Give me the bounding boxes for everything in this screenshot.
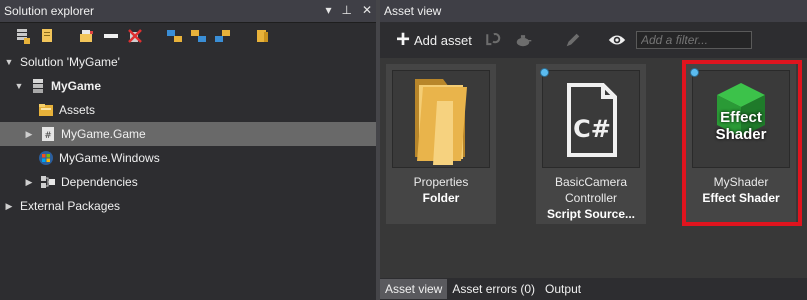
- asset-type: Folder: [422, 191, 460, 205]
- project-icon: [30, 78, 46, 94]
- eye-icon[interactable]: [608, 31, 626, 49]
- new-project-icon[interactable]: [14, 27, 32, 45]
- tree-item-label: External Packages: [20, 199, 121, 213]
- plus-icon: +: [396, 26, 411, 53]
- tree-item-label: MyGame: [51, 79, 102, 93]
- tree-item-mygame-game[interactable]: ▶ # MyGame.Game: [0, 122, 376, 146]
- tab-output[interactable]: Output: [540, 279, 586, 299]
- solution-tree: ▼ Solution 'MyGame' ▼ MyGame Assets ▶ # …: [0, 50, 376, 218]
- assets-folder-icon: [38, 102, 54, 118]
- reimport-icon[interactable]: [484, 31, 502, 49]
- asset-type: Script Source...: [546, 207, 636, 221]
- tree-item-label: Dependencies: [61, 175, 138, 189]
- edit-icon[interactable]: [564, 31, 582, 49]
- csharp-project-icon: #: [40, 126, 56, 142]
- svg-text:C#: C#: [573, 115, 611, 143]
- asset-grid: Properties Folder C# BasicCamera Control…: [380, 58, 807, 278]
- add-file-icon[interactable]: [38, 27, 56, 45]
- folder-icon[interactable]: [254, 27, 272, 45]
- create-game-icon[interactable]: [514, 31, 532, 49]
- collapse-arrow-icon[interactable]: ▶: [24, 129, 34, 139]
- asset-view-toolbar: + Add asset: [380, 22, 807, 58]
- asset-name: Properties: [413, 175, 469, 189]
- asset-name: BasicCamera Controller: [554, 175, 628, 205]
- tree-item-solution[interactable]: ▼ Solution 'MyGame': [0, 50, 376, 74]
- svg-text:#: #: [44, 131, 52, 141]
- tab-asset-errors[interactable]: Asset errors (0): [447, 279, 540, 299]
- highlight-box: [682, 60, 802, 226]
- tree-item-label: Solution 'MyGame': [20, 55, 120, 69]
- asset-thumbnail: [392, 70, 490, 168]
- tree-item-assets[interactable]: Assets: [0, 98, 376, 122]
- expand-arrow-icon[interactable]: ▼: [4, 57, 14, 67]
- expand-arrow-icon[interactable]: ▼: [14, 81, 24, 91]
- delete-icon[interactable]: [126, 27, 144, 45]
- tree-item-external-packages[interactable]: ▶ External Packages: [0, 194, 376, 218]
- sync-icon[interactable]: [214, 27, 232, 45]
- pin-icon[interactable]: ⊥: [341, 3, 351, 17]
- solution-explorer-toolbar: [0, 23, 378, 49]
- tree-item-label: MyGame.Game: [61, 127, 146, 141]
- dependencies-icon: [40, 174, 56, 190]
- status-dot-icon: [540, 68, 549, 77]
- solution-explorer-titlebar: Solution explorer ▾ ⊥ ✕: [0, 0, 378, 23]
- close-icon[interactable]: ✕: [362, 3, 372, 17]
- tree-item-label: MyGame.Windows: [59, 151, 160, 165]
- tree-item-label: Assets: [59, 103, 96, 117]
- asset-filter-input[interactable]: [636, 31, 752, 49]
- solution-explorer-panel: Solution explorer ▾ ⊥ ✕ ▼ Solution 'MyGa…: [0, 0, 380, 300]
- tree-item-mygame[interactable]: ▼ MyGame: [0, 74, 376, 98]
- asset-tile-properties[interactable]: Properties Folder: [386, 64, 496, 224]
- tab-asset-view[interactable]: Asset view: [380, 279, 448, 299]
- collapse-arrow-icon[interactable]: ▶: [24, 177, 34, 187]
- csharp-file-icon: C#: [567, 83, 617, 157]
- asset-view-title: Asset view: [384, 4, 442, 18]
- dock-icon[interactable]: [102, 27, 120, 45]
- expand-icon[interactable]: [190, 27, 208, 45]
- asset-view-panel: Asset view + Add asset Add a filter... P…: [380, 0, 807, 300]
- collapse-arrow-icon[interactable]: ▶: [4, 201, 14, 211]
- tree-item-dependencies[interactable]: ▶ Dependencies: [0, 170, 376, 194]
- collapse-icon[interactable]: [166, 27, 184, 45]
- add-asset-button[interactable]: + Add asset: [396, 26, 472, 53]
- dropdown-arrow-icon[interactable]: ▾: [325, 3, 331, 17]
- asset-view-titlebar: Asset view: [380, 0, 807, 22]
- bottom-tab-bar: Asset view Asset errors (0) Output: [380, 278, 807, 300]
- asset-tile-basiccamera-controller[interactable]: C# BasicCamera Controller Script Source.…: [536, 64, 646, 224]
- solution-explorer-title: Solution explorer: [4, 4, 95, 18]
- asset-thumbnail: C#: [542, 70, 640, 168]
- tree-item-mygame-windows[interactable]: MyGame.Windows: [0, 146, 376, 170]
- add-asset-label: Add asset: [414, 32, 472, 48]
- folder-icon: [415, 79, 467, 165]
- windows-platform-icon: [38, 150, 54, 166]
- build-icon[interactable]: [78, 27, 96, 45]
